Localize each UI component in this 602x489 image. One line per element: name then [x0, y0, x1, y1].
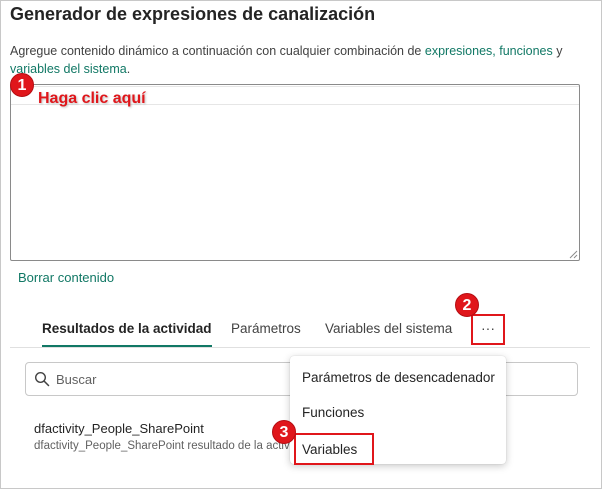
expressions-link[interactable]: expresiones: [425, 44, 492, 58]
resize-grip-icon[interactable]: [569, 250, 578, 259]
search-icon: [34, 371, 50, 387]
tab-parameters[interactable]: Parámetros: [231, 321, 301, 336]
result-subtitle: dfactivity_People_SharePoint resultado d…: [34, 440, 294, 452]
variables-highlight-box: [294, 433, 374, 465]
dialog-title: Generador de expresiones de canalización: [10, 4, 376, 24]
description: Agregue contenido dinámico a continuació…: [10, 42, 590, 78]
activity-result-item[interactable]: dfactivity_People_SharePoint dfactivity_…: [34, 421, 294, 452]
more-options-button[interactable]: ···: [471, 314, 505, 345]
step-badge-1: 1: [10, 73, 34, 97]
clear-content-link[interactable]: Borrar contenido: [18, 270, 114, 285]
expression-editor[interactable]: [10, 84, 580, 261]
tab-activity-results[interactable]: Resultados de la actividad: [42, 321, 212, 347]
menu-item-trigger-parameters[interactable]: Parámetros de desencadenador: [302, 370, 495, 385]
step-badge-2: 2: [455, 293, 479, 317]
description-and: y: [556, 44, 563, 58]
functions-link[interactable]: funciones: [499, 44, 553, 58]
description-text: Agregue contenido dinámico a continuació…: [10, 44, 422, 58]
callout-click-here: Haga clic aquí: [38, 90, 146, 107]
description-comma: ,: [492, 44, 496, 58]
search-placeholder: Buscar: [56, 372, 97, 387]
description-period: .: [126, 62, 131, 76]
result-name: dfactivity_People_SharePoint: [34, 421, 204, 436]
tab-system-variables[interactable]: Variables del sistema: [325, 321, 452, 336]
menu-item-functions[interactable]: Funciones: [302, 405, 364, 420]
step-badge-3: 3: [272, 420, 296, 444]
